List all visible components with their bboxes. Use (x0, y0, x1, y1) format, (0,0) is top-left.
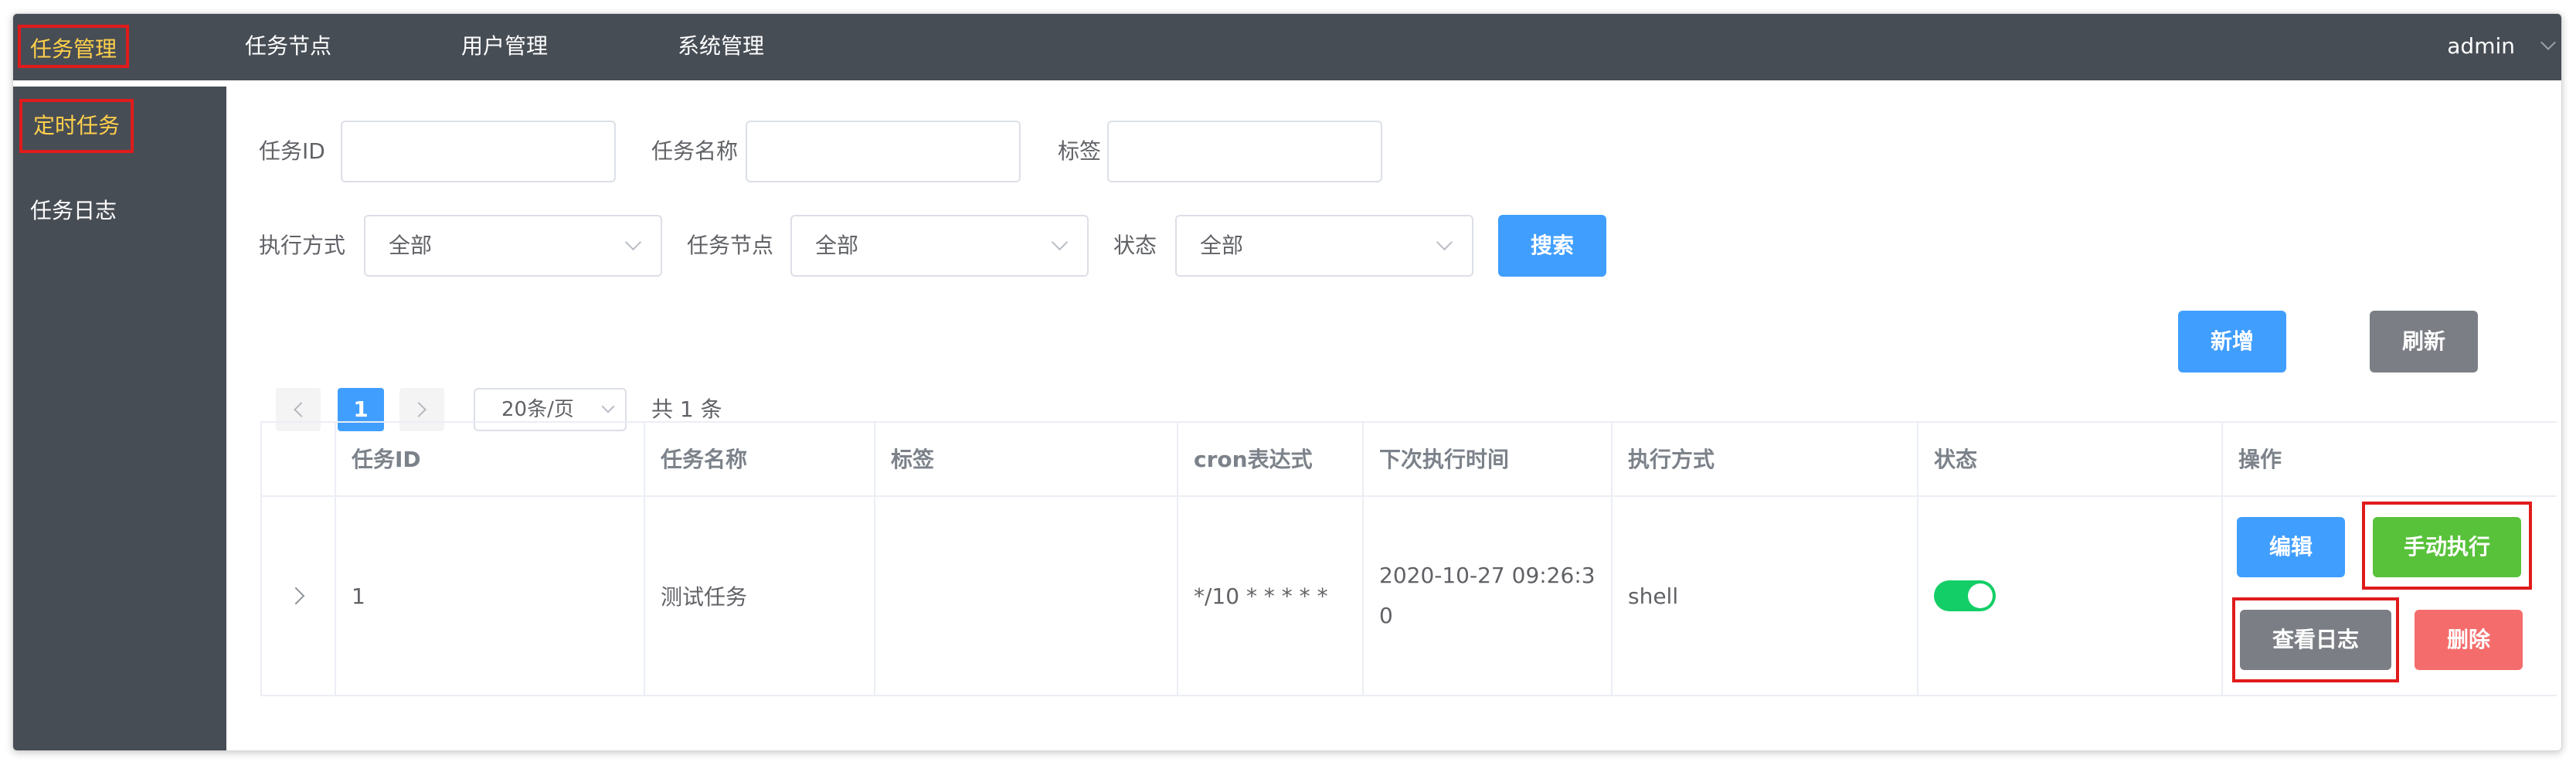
chevron-down-icon (624, 233, 642, 251)
nav-item-system-management[interactable]: 系统管理 (678, 25, 764, 68)
node-label: 任务节点 (687, 233, 774, 258)
expand-column-header (260, 423, 335, 497)
cell-text: 2020-10-27 09:26:3 (1379, 563, 1596, 588)
cell-status (1917, 497, 2221, 695)
refresh-button[interactable]: 刷新 (2370, 311, 2478, 372)
exec-mode-label: 执行方式 (259, 233, 346, 258)
column-header: 下次执行时间 (1362, 423, 1611, 497)
column-header: 标签 (874, 423, 1177, 497)
status-value: 全部 (1200, 233, 1244, 258)
column-header: 状态 (1917, 423, 2221, 497)
top-nav-bar: 任务管理 任务节点 用户管理 系统管理 admin (13, 14, 2561, 80)
exec-mode-select[interactable]: 全部 (364, 215, 662, 277)
page-size-value: 20条/页 (501, 398, 574, 421)
cell-next-run: 2020-10-27 09:26:3 0 (1362, 497, 1611, 695)
sidebar: 定时任务 任务日志 (13, 87, 226, 750)
expand-cell[interactable] (260, 497, 335, 695)
node-value: 全部 (815, 233, 859, 258)
toggle-knob (1968, 583, 1993, 608)
cell-text: 测试任务 (661, 584, 748, 610)
task-table: 任务ID 任务名称 标签 cron表达式 下次执行时间 执行方式 状态 操作 1… (260, 421, 2557, 696)
exec-mode-value: 全部 (389, 233, 433, 258)
user-menu[interactable]: admin (2447, 25, 2515, 68)
nav-item-user-management[interactable]: 用户管理 (461, 25, 548, 68)
tag-input[interactable] (1107, 121, 1382, 182)
app-window: 任务管理 任务节点 用户管理 系统管理 admin 定时任务 任务日志 任务ID… (12, 13, 2562, 751)
nav-item-task-nodes[interactable]: 任务节点 (245, 25, 331, 68)
edit-button[interactable]: 编辑 (2237, 517, 2345, 577)
chevron-down-icon (1051, 233, 1069, 251)
cell-actions: 编辑 手动执行 查看日志 删除 (2221, 497, 2557, 695)
cell-text: */10 * * * * * (1194, 583, 1328, 609)
cell-cron: */10 * * * * * (1177, 497, 1362, 695)
task-id-label: 任务ID (259, 138, 325, 164)
search-button[interactable]: 搜索 (1498, 215, 1606, 277)
column-header: 执行方式 (1611, 423, 1917, 497)
delete-button[interactable]: 删除 (2415, 610, 2523, 670)
cell-task-name: 测试任务 (644, 497, 874, 695)
cell-text: shell (1628, 583, 1679, 609)
task-name-input[interactable] (746, 121, 1021, 182)
cell-task-id: 1 (335, 497, 644, 695)
column-header: 任务ID (335, 423, 644, 497)
sidebar-item-scheduled-tasks[interactable]: 定时任务 (19, 99, 134, 153)
manual-run-button[interactable]: 手动执行 (2373, 517, 2521, 577)
chevron-right-icon (411, 402, 427, 417)
status-toggle[interactable] (1934, 580, 1996, 611)
chevron-left-icon (294, 402, 309, 417)
cell-tag (874, 497, 1177, 695)
chevron-down-icon (601, 400, 615, 413)
chevron-down-icon[interactable] (2540, 35, 2556, 50)
cell-text: 1 (352, 583, 365, 609)
column-header: 任务名称 (644, 423, 874, 497)
status-select[interactable]: 全部 (1175, 215, 1473, 277)
node-select[interactable]: 全部 (790, 215, 1089, 277)
task-id-input[interactable] (341, 121, 616, 182)
status-label: 状态 (1113, 233, 1157, 258)
cell-exec-mode: shell (1611, 497, 1917, 695)
nav-item-task-management[interactable]: 任务管理 (18, 25, 130, 68)
column-header: 操作 (2221, 423, 2557, 497)
cell-text: 0 (1379, 603, 1393, 628)
chevron-right-icon[interactable] (287, 587, 305, 605)
view-log-button[interactable]: 查看日志 (2240, 610, 2391, 670)
task-name-label: 任务名称 (651, 138, 739, 164)
add-button[interactable]: 新增 (2178, 311, 2286, 372)
chevron-down-icon (1436, 233, 1453, 251)
tag-label: 标签 (1058, 138, 1102, 164)
column-header: cron表达式 (1177, 423, 1362, 497)
sidebar-item-task-logs[interactable]: 任务日志 (19, 187, 127, 241)
